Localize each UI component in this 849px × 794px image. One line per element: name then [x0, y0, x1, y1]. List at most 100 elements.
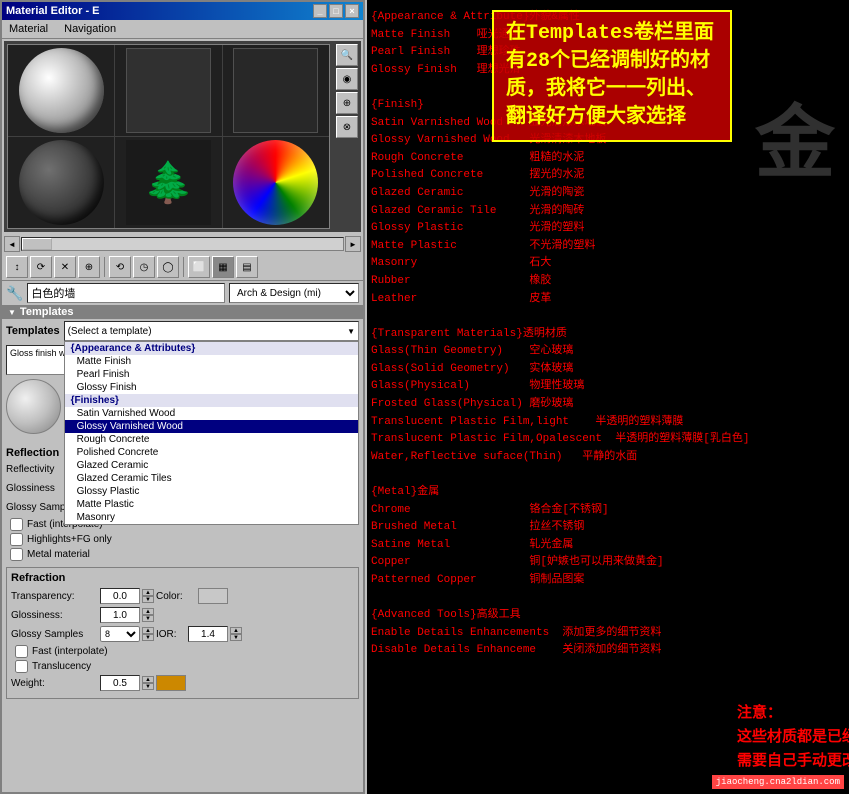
viewport-cell-5[interactable]: 🌲	[115, 137, 221, 228]
template-dropdown-trigger[interactable]: (Select a template)	[64, 321, 359, 341]
scroll-right-btn[interactable]: ►	[345, 236, 361, 252]
gsrs-up[interactable]: ▲	[142, 627, 154, 634]
weight-up[interactable]: ▲	[142, 676, 154, 683]
ior-label: IOR:	[156, 629, 186, 640]
side-btn-2[interactable]: ◉	[336, 68, 358, 90]
ior-input[interactable]	[188, 626, 228, 642]
line-19: Glass(Thin Geometry) 空心玻璃	[371, 343, 845, 361]
metal-material-checkbox[interactable]	[10, 548, 23, 561]
viewport-cell-4[interactable]	[8, 137, 114, 228]
line-27: {Metal}金属	[371, 484, 845, 502]
transparency-input[interactable]	[100, 588, 140, 604]
shader-dropdown[interactable]: Arch & Design (mi)	[229, 283, 359, 303]
transparency-controls: ▲ ▼ Color:	[100, 588, 354, 604]
template-item-pearl-finish[interactable]: Pearl Finish	[65, 368, 358, 381]
line-17	[371, 308, 845, 326]
glossy-samples-refraction-select[interactable]: 8	[100, 626, 140, 642]
line-13: Matte Plastic 不光滑的塑料	[371, 238, 845, 256]
toolbar-btn-7[interactable]: ◯	[157, 256, 179, 278]
transparency-down[interactable]: ▼	[142, 596, 154, 603]
template-item-glazed-ceramic-tile[interactable]: Glazed Ceramic Tiles	[65, 472, 358, 485]
viewport-cell-1[interactable]	[8, 45, 114, 136]
template-item-glossy-finish[interactable]: Glossy Finish	[65, 381, 358, 394]
line-26	[371, 466, 845, 484]
template-item-glazed-ceramic[interactable]: Glazed Ceramic	[65, 459, 358, 472]
toolbar-btn-2[interactable]: ⟳	[30, 256, 52, 278]
refraction-glossiness-controls: ▲ ▼	[100, 607, 354, 623]
fast-interpolate-checkbox-1[interactable]	[10, 518, 23, 531]
weight-color-swatch[interactable]	[156, 675, 186, 691]
viewport-placeholder-2	[126, 48, 211, 133]
toolbar-btn-10[interactable]: ▤	[236, 256, 258, 278]
template-item-glossy-plastic[interactable]: Glossy Plastic	[65, 485, 358, 498]
line-25: Water,Reflective suface(Thin) 平静的水面	[371, 449, 845, 467]
watermark-text: jiaocheng.cna2ldian.com	[716, 777, 840, 787]
template-selected-value: (Select a template)	[68, 326, 347, 337]
template-item-rough-concrete[interactable]: Rough Concrete	[65, 433, 358, 446]
side-btn-1[interactable]: 🔍	[336, 44, 358, 66]
toolbar-btn-6[interactable]: ◷	[133, 256, 155, 278]
bottom-note-text: 注意： 这些材质都是已经完全调制好的材质类型，也包括了贴图。所以需要自己手动更改…	[737, 705, 849, 770]
annotation-text: 在Templates卷栏里面有28个已经调制好的材质，我将它一一列出、翻译好方便…	[506, 22, 714, 129]
refraction-glossiness-row: Glossiness: ▲ ▼	[11, 607, 354, 623]
viewport-cell-2[interactable]	[115, 45, 221, 136]
toolbar-btn-4[interactable]: ⊕	[78, 256, 100, 278]
fast-interpolate-checkbox-2[interactable]	[15, 645, 28, 658]
transparency-up[interactable]: ▲	[142, 589, 154, 596]
template-item-matte-finish[interactable]: Matte Finish	[65, 355, 358, 368]
side-btn-4[interactable]: ⊗	[336, 116, 358, 138]
refraction-glossiness-down[interactable]: ▼	[142, 615, 154, 622]
color-swatch[interactable]	[198, 588, 228, 604]
line-8: Rough Concrete 粗糙的水泥	[371, 150, 845, 168]
refraction-glossiness-up[interactable]: ▲	[142, 608, 154, 615]
toolbar-btn-3[interactable]: ✕	[54, 256, 76, 278]
transparency-label: Transparency:	[11, 591, 96, 602]
line-14: Masonry 石大	[371, 255, 845, 273]
material-preview-sphere[interactable]	[6, 379, 61, 434]
template-list[interactable]: {Appearance & Attributes} Matte Finish P…	[64, 341, 359, 525]
side-btn-3[interactable]: ⊕	[336, 92, 358, 114]
weight-down[interactable]: ▼	[142, 683, 154, 690]
scroll-thumb[interactable]	[22, 238, 52, 250]
horizontal-scrollbar[interactable]: ◄ ►	[2, 234, 363, 254]
toolbar-sep-1	[104, 257, 105, 277]
minimize-button[interactable]: _	[313, 4, 327, 18]
line-34: {Advanced Tools}高级工具	[371, 607, 845, 625]
color-label: Color:	[156, 591, 196, 602]
viewport-placeholder-3	[233, 48, 318, 133]
toolbar-btn-9[interactable]: ▦	[212, 256, 234, 278]
sphere-preview-dark	[19, 140, 104, 225]
viewport-cell-3[interactable]	[223, 45, 329, 136]
menu-navigation[interactable]: Navigation	[61, 22, 119, 36]
scroll-left-btn[interactable]: ◄	[4, 236, 20, 252]
maximize-button[interactable]: □	[329, 4, 343, 18]
template-item-satin-varnished[interactable]: Satin Varnished Wood	[65, 407, 358, 420]
scroll-track[interactable]	[21, 237, 344, 251]
menu-material[interactable]: Material	[6, 22, 51, 36]
menu-bar: Material Navigation	[2, 20, 363, 39]
template-item-polished-concrete[interactable]: Polished Concrete	[65, 446, 358, 459]
ior-up[interactable]: ▲	[230, 627, 242, 634]
template-item-masonry[interactable]: Masonry	[65, 511, 358, 524]
weight-row: Weight: ▲ ▼	[11, 675, 354, 691]
toolbar-btn-8[interactable]: ⬜	[188, 256, 210, 278]
toolbar-btn-1[interactable]: ↕	[6, 256, 28, 278]
template-item-matte-plastic[interactable]: Matte Plastic	[65, 498, 358, 511]
line-15: Rubber 橡胶	[371, 273, 845, 291]
translucency-checkbox[interactable]	[15, 660, 28, 673]
line-33	[371, 590, 845, 608]
main-toolbar: ↕ ⟳ ✕ ⊕ ⟲ ◷ ◯ ⬜ ▦ ▤	[2, 254, 363, 281]
bottom-annotation: 注意： 这些材质都是已经完全调制好的材质类型，也包括了贴图。所以需要自己手动更改…	[737, 702, 849, 774]
ior-down[interactable]: ▼	[230, 634, 242, 641]
material-name-input[interactable]	[27, 283, 225, 303]
gsrs-down[interactable]: ▼	[142, 634, 154, 641]
refraction-glossiness-input[interactable]	[100, 607, 140, 623]
toolbar-btn-5[interactable]: ⟲	[109, 256, 131, 278]
template-item-glossy-varnished[interactable]: Glossy Varnished Wood	[65, 420, 358, 433]
viewport-cell-6[interactable]	[223, 137, 329, 228]
highlights-fg-checkbox[interactable]	[10, 533, 23, 546]
close-button[interactable]: ×	[345, 4, 359, 18]
line-31: Copper 铜[妒嫉也可以用来做黄金]	[371, 554, 845, 572]
line-24: Translucent Plastic Film,Opalescent 半透明的…	[371, 431, 845, 449]
weight-input[interactable]	[100, 675, 140, 691]
